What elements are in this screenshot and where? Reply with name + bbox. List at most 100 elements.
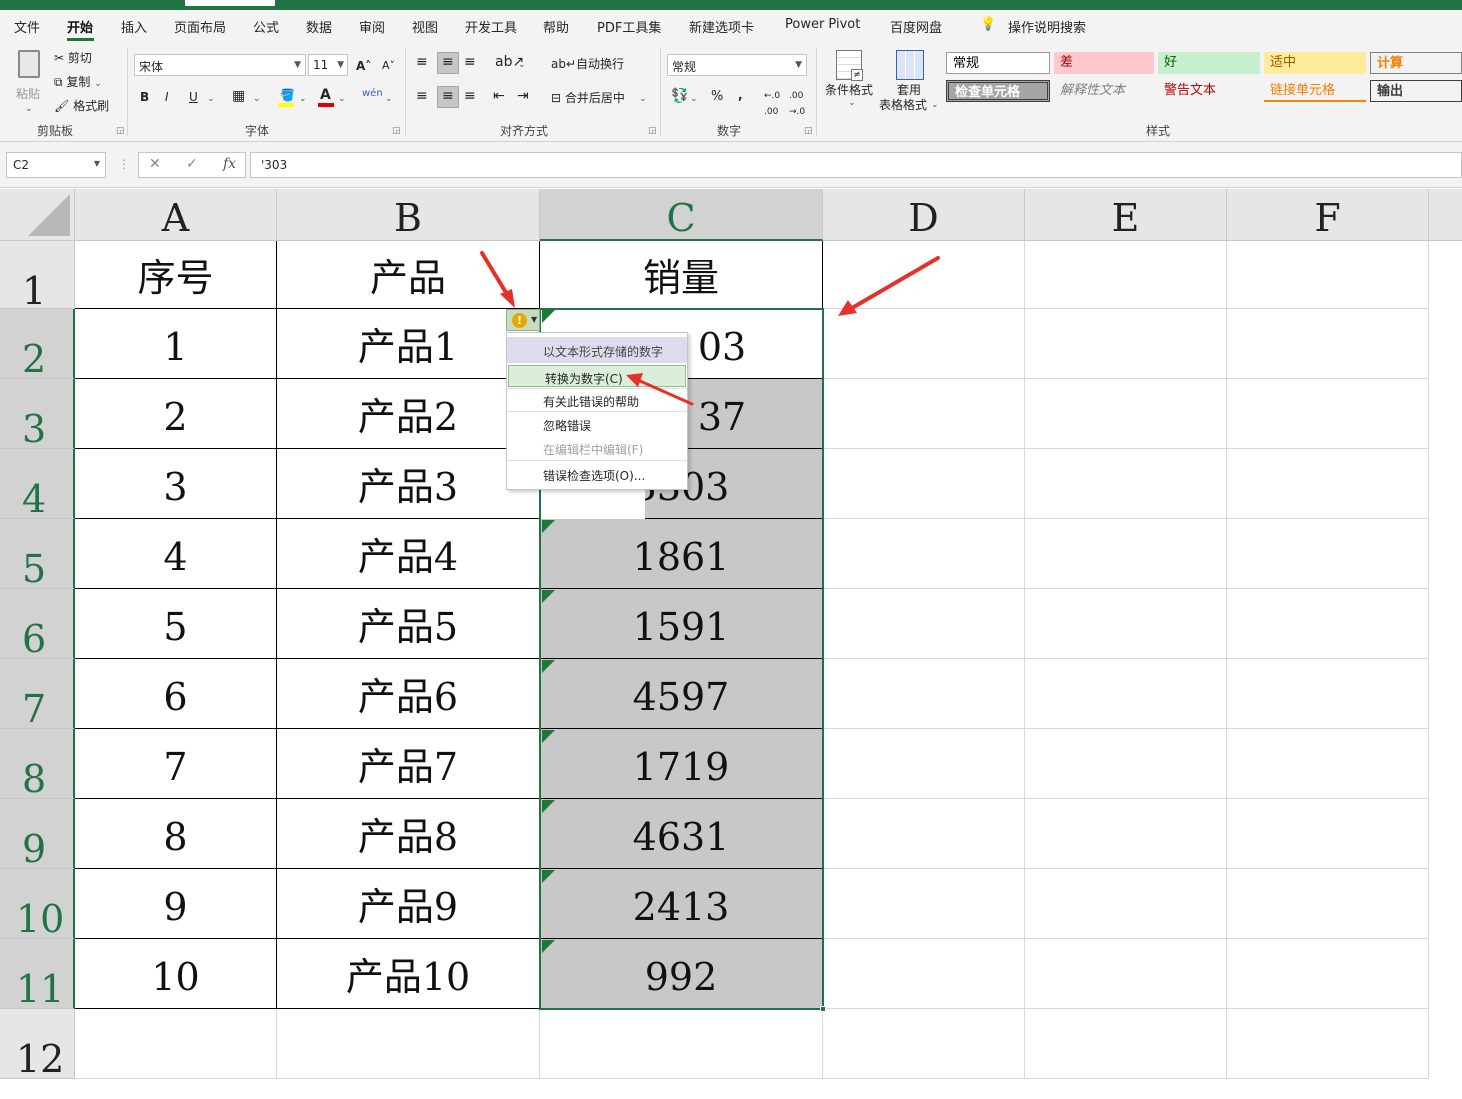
style-output[interactable]: 输出: [1370, 80, 1462, 102]
align-center-button[interactable]: ≡: [437, 86, 459, 108]
tab-4[interactable]: 公式: [253, 17, 279, 36]
cell-a11[interactable]: 10: [75, 939, 277, 1009]
number-launcher-icon[interactable]: ◲: [804, 126, 813, 136]
column-header-g[interactable]: [1429, 189, 1462, 241]
cell-c8[interactable]: 1719: [540, 729, 823, 799]
decrease-font-icon[interactable]: A˅: [382, 58, 395, 74]
cell-a3[interactable]: 2: [75, 379, 277, 449]
tab-10[interactable]: PDF工具集: [597, 17, 661, 36]
column-header-b[interactable]: B: [277, 189, 540, 241]
cut-button[interactable]: ✂ 剪切: [54, 50, 92, 66]
cell-d12[interactable]: [823, 1009, 1025, 1079]
cell-f3[interactable]: [1227, 379, 1429, 449]
cell-e2[interactable]: [1025, 309, 1227, 379]
format-painter-button[interactable]: 🖌 格式刷: [54, 98, 109, 114]
cell-e5[interactable]: [1025, 519, 1227, 589]
cell-a8[interactable]: 7: [75, 729, 277, 799]
cell-d11[interactable]: [823, 939, 1025, 1009]
cell-c5[interactable]: 1861: [540, 519, 823, 589]
select-all-corner[interactable]: [0, 189, 75, 241]
font-color-button[interactable]: A: [318, 87, 334, 107]
cell-b3[interactable]: 产品2: [277, 379, 540, 449]
align-right-icon[interactable]: ≡: [464, 88, 476, 104]
style-neutral[interactable]: 适中: [1264, 52, 1366, 74]
cell-b2[interactable]: 产品1: [277, 309, 540, 379]
column-header-a[interactable]: A: [75, 189, 277, 241]
alignment-launcher-icon[interactable]: ◲: [648, 126, 657, 136]
row-header-12[interactable]: 12: [0, 1009, 75, 1081]
error-check-button[interactable]: ! ▼: [506, 309, 540, 331]
percent-button[interactable]: %: [711, 89, 723, 105]
cell-d5[interactable]: [823, 519, 1025, 589]
cell-b8[interactable]: 产品7: [277, 729, 540, 799]
cell-c9[interactable]: 4631: [540, 799, 823, 869]
row-header-8[interactable]: 8: [0, 729, 75, 801]
paste-button[interactable]: 粘贴 ⌄: [12, 48, 46, 114]
convert-to-number-item[interactable]: 转换为数字(C): [508, 365, 686, 387]
cell-f6[interactable]: [1227, 589, 1429, 659]
font-size-select[interactable]: 11 ▼: [308, 54, 348, 76]
cell-c6[interactable]: 1591: [540, 589, 823, 659]
tab-6[interactable]: 审阅: [359, 17, 385, 36]
edit-in-formula-bar-item[interactable]: 在编辑栏中编辑(F): [507, 437, 687, 459]
search-box[interactable]: 操作说明搜索: [1008, 17, 1086, 36]
tab-0[interactable]: 文件: [14, 17, 40, 36]
bold-button[interactable]: B: [140, 89, 149, 105]
align-left-icon[interactable]: ≡: [416, 88, 428, 104]
cell-a6[interactable]: 5: [75, 589, 277, 659]
style-good[interactable]: 好: [1158, 52, 1260, 74]
cell-d7[interactable]: [823, 659, 1025, 729]
cell-c10[interactable]: 2413: [540, 869, 823, 939]
name-box[interactable]: C2 ▼: [6, 152, 106, 178]
cell-b1[interactable]: 产品: [277, 241, 540, 309]
row-header-1[interactable]: 1: [0, 241, 75, 313]
currency-icon[interactable]: 💱: [671, 88, 688, 104]
cell-c11[interactable]: 992: [540, 939, 823, 1009]
tab-9[interactable]: 帮助: [543, 17, 569, 36]
cell-d4[interactable]: [823, 449, 1025, 519]
style-warning[interactable]: 警告文本: [1158, 80, 1260, 102]
cell-d1[interactable]: [823, 241, 1025, 309]
row-header-5[interactable]: 5: [0, 519, 75, 591]
style-normal[interactable]: 常规: [946, 52, 1050, 74]
cell-b12[interactable]: [277, 1009, 540, 1079]
style-explanatory[interactable]: 解释性文本: [1054, 80, 1154, 102]
row-header-11[interactable]: 11: [0, 939, 75, 1011]
row-header-2[interactable]: 2: [0, 309, 75, 381]
tab-8[interactable]: 开发工具: [465, 17, 517, 36]
cell-e4[interactable]: [1025, 449, 1227, 519]
cell-a12[interactable]: [75, 1009, 277, 1079]
increase-indent-icon[interactable]: ⇥: [517, 88, 529, 104]
help-on-error-item[interactable]: 有关此错误的帮助: [507, 389, 687, 411]
cell-b9[interactable]: 产品8: [277, 799, 540, 869]
row-header-4[interactable]: 4: [0, 449, 75, 521]
tab-7[interactable]: 视图: [412, 17, 438, 36]
tab-12[interactable]: Power Pivot: [785, 17, 860, 32]
row-header-3[interactable]: 3: [0, 379, 75, 451]
border-icon[interactable]: ▦: [232, 88, 245, 104]
font-launcher-icon[interactable]: ◲: [392, 126, 401, 136]
decrease-indent-icon[interactable]: ⇤: [493, 88, 505, 104]
cell-f4[interactable]: [1227, 449, 1429, 519]
cell-a10[interactable]: 9: [75, 869, 277, 939]
tab-5[interactable]: 数据: [306, 17, 332, 36]
cell-d6[interactable]: [823, 589, 1025, 659]
cell-f5[interactable]: [1227, 519, 1429, 589]
cell-b6[interactable]: 产品5: [277, 589, 540, 659]
tab-3[interactable]: 页面布局: [174, 17, 226, 36]
decrease-decimal-icon[interactable]: .00 →.0: [789, 88, 805, 120]
fx-icon[interactable]: fx: [223, 156, 236, 172]
align-top-icon[interactable]: ≡: [416, 54, 428, 70]
cell-b4[interactable]: 产品3: [277, 449, 540, 519]
cell-f8[interactable]: [1227, 729, 1429, 799]
cell-d8[interactable]: [823, 729, 1025, 799]
cell-d10[interactable]: [823, 869, 1025, 939]
cell-a7[interactable]: 6: [75, 659, 277, 729]
cell-e10[interactable]: [1025, 869, 1227, 939]
cell-a5[interactable]: 4: [75, 519, 277, 589]
cell-a1[interactable]: 序号: [75, 241, 277, 309]
column-header-c[interactable]: C: [540, 189, 823, 241]
cell-c1[interactable]: 销量: [540, 241, 823, 309]
phonetic-guide-button[interactable]: wén: [362, 86, 383, 102]
cell-e7[interactable]: [1025, 659, 1227, 729]
